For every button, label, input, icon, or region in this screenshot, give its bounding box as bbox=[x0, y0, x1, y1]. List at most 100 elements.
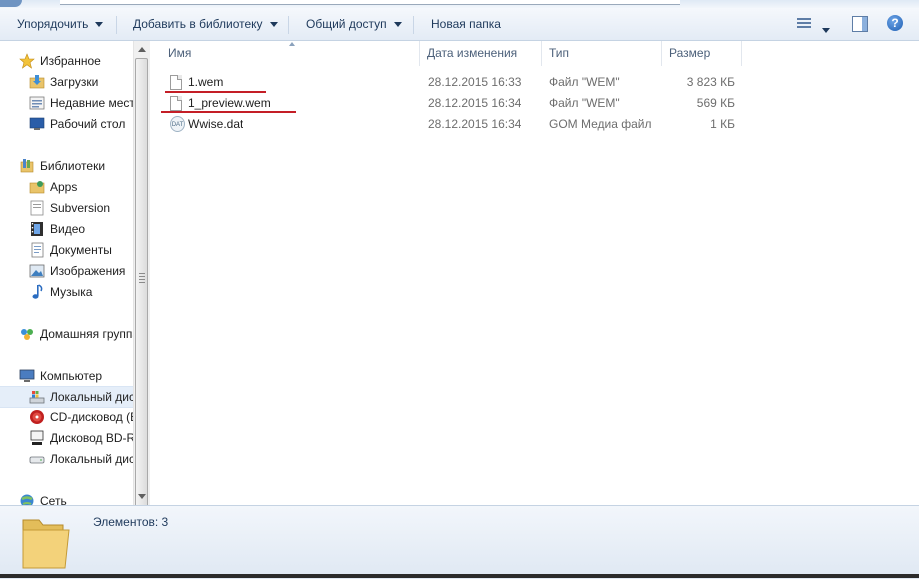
scrollbar-thumb[interactable] bbox=[135, 58, 148, 509]
new-folder-label: Новая папка bbox=[431, 17, 501, 31]
sidebar-item-homegroup[interactable]: Домашняя группа bbox=[0, 324, 133, 344]
file-row[interactable]: 1.wem 28.12.2015 16:33 Файл "WEM" 3 823 … bbox=[150, 72, 919, 93]
window-top-edge bbox=[0, 0, 919, 8]
sidebar-item-label: Рабочий стол bbox=[50, 117, 126, 131]
sidebar-item-apps[interactable]: Apps bbox=[0, 177, 133, 197]
sidebar-item-label: Избранное bbox=[40, 54, 101, 68]
column-header-label: Имя bbox=[168, 46, 192, 60]
organize-label: Упорядочить bbox=[17, 17, 89, 31]
sidebar-item-pictures[interactable]: Изображения bbox=[0, 261, 133, 281]
sidebar-item-favorites[interactable]: Избранное bbox=[0, 51, 133, 71]
toolbar-separator bbox=[288, 16, 289, 34]
sidebar-item-label: Локальный диск bbox=[50, 452, 133, 466]
sidebar-item-label: Локальный диск (C:) bbox=[50, 390, 133, 404]
share-label: Общий доступ bbox=[306, 17, 387, 31]
sidebar-item-label: CD-дисковод (E:) bbox=[50, 410, 133, 424]
sidebar-item-local-disk-c[interactable]: Локальный диск (C:) bbox=[0, 386, 133, 408]
navigation-pane: Избранное Загрузки Недавние места Рабочи… bbox=[0, 41, 133, 505]
homegroup-icon bbox=[21, 329, 33, 340]
add-to-library-button[interactable]: Добавить в библиотеку bbox=[133, 8, 278, 40]
file-name: 1.wem bbox=[188, 75, 224, 89]
file-type: Файл "WEM" bbox=[549, 75, 620, 89]
computer-icon bbox=[19, 369, 35, 382]
column-header-name[interactable]: Имя bbox=[150, 41, 420, 66]
sidebar-item-label: Дисковод BD-ROM bbox=[50, 431, 133, 445]
sidebar-item-desktop[interactable]: Рабочий стол bbox=[0, 114, 133, 134]
details-pane: Элементов: 3 bbox=[0, 505, 919, 579]
address-bar-edge bbox=[60, 0, 680, 5]
file-type: Файл "WEM" bbox=[549, 96, 620, 110]
file-row[interactable]: DAT Wwise.dat 28.12.2015 16:34 GOM Медиа… bbox=[150, 114, 919, 135]
sidebar-item-network[interactable]: Сеть bbox=[0, 491, 133, 505]
file-date: 28.12.2015 16:34 bbox=[428, 117, 522, 131]
sidebar-item-label: Музыка bbox=[50, 285, 93, 299]
sidebar-item-cd-drive[interactable]: CD-дисковод (E:) bbox=[0, 407, 133, 427]
file-date: 28.12.2015 16:34 bbox=[428, 96, 522, 110]
sidebar-item-label: Недавние места bbox=[50, 96, 133, 110]
sidebar-item-libraries[interactable]: Библиотеки bbox=[0, 156, 133, 176]
sidebar-item-recent-places[interactable]: Недавние места bbox=[0, 93, 133, 113]
file-size: 569 КБ bbox=[696, 96, 735, 110]
folder-icon bbox=[22, 519, 70, 569]
sidebar-item-video[interactable]: Видео bbox=[0, 219, 133, 239]
item-count: Элементов: 3 bbox=[93, 515, 169, 529]
add-to-library-label: Добавить в библиотеку bbox=[133, 17, 263, 31]
drive-icon bbox=[29, 456, 45, 464]
view-options-chevron-icon[interactable] bbox=[822, 28, 830, 33]
scroll-down-arrow-icon[interactable] bbox=[138, 494, 146, 499]
bd-drive-icon bbox=[30, 430, 44, 445]
column-header-label: Дата изменения bbox=[427, 46, 518, 60]
sidebar-item-bd-drive[interactable]: Дисковод BD-ROM bbox=[0, 428, 133, 448]
chevron-down-icon bbox=[95, 22, 104, 28]
window-bottom-edge bbox=[0, 574, 919, 578]
video-icon bbox=[31, 222, 43, 236]
navigation-scrollbar[interactable] bbox=[133, 41, 150, 509]
sidebar-item-label: Изображения bbox=[50, 264, 126, 278]
organize-button[interactable]: Упорядочить bbox=[17, 8, 104, 40]
change-view-icon[interactable] bbox=[797, 16, 811, 32]
annotation-underline bbox=[165, 91, 266, 93]
downloads-folder-icon bbox=[29, 75, 45, 89]
file-type: GOM Медиа файл (.dat) bbox=[549, 117, 653, 131]
documents-icon bbox=[31, 242, 44, 258]
dat-file-icon: DAT bbox=[170, 116, 185, 132]
sidebar-item-label: Видео bbox=[50, 222, 86, 236]
window-control-fragment bbox=[0, 0, 22, 7]
sidebar-item-label: Компьютер bbox=[40, 369, 103, 383]
new-folder-button[interactable]: Новая папка bbox=[431, 8, 501, 40]
toolbar-separator bbox=[413, 16, 414, 34]
sidebar-item-label: Домашняя группа bbox=[40, 327, 133, 341]
toolbar-separator bbox=[116, 16, 117, 34]
help-icon[interactable]: ? bbox=[887, 15, 903, 31]
local-disk-icon bbox=[29, 391, 45, 404]
recent-places-icon bbox=[29, 96, 45, 110]
sidebar-item-label: Apps bbox=[50, 180, 78, 194]
sidebar-item-subversion[interactable]: Subversion bbox=[0, 198, 133, 218]
chevron-down-icon bbox=[393, 22, 402, 28]
sidebar-item-documents[interactable]: Документы bbox=[0, 240, 133, 260]
share-button[interactable]: Общий доступ bbox=[306, 8, 402, 40]
network-icon bbox=[20, 494, 34, 505]
command-bar: Упорядочить Добавить в библиотеку Общий … bbox=[0, 8, 919, 41]
preview-pane-icon[interactable] bbox=[852, 16, 868, 32]
column-header-type[interactable]: Тип bbox=[542, 41, 662, 66]
music-icon bbox=[32, 284, 43, 299]
sidebar-item-label: Библиотеки bbox=[40, 159, 106, 173]
sidebar-item-label: Документы bbox=[50, 243, 112, 257]
column-header-size[interactable]: Размер bbox=[662, 41, 742, 66]
column-header-date[interactable]: Дата изменения bbox=[420, 41, 542, 66]
cd-drive-icon bbox=[30, 410, 44, 424]
sidebar-item-computer[interactable]: Компьютер bbox=[0, 366, 133, 386]
file-name: Wwise.dat bbox=[188, 117, 244, 131]
sidebar-item-downloads[interactable]: Загрузки bbox=[0, 72, 133, 92]
column-header-label: Тип bbox=[549, 46, 570, 60]
file-icon bbox=[170, 75, 182, 90]
libraries-icon bbox=[20, 159, 34, 173]
sidebar-item-local-disk[interactable]: Локальный диск bbox=[0, 449, 133, 469]
sidebar-item-label: Загрузки bbox=[50, 75, 99, 89]
chevron-down-icon bbox=[269, 22, 278, 28]
column-header-label: Размер bbox=[669, 46, 711, 60]
star-icon bbox=[19, 53, 35, 69]
scroll-up-arrow-icon[interactable] bbox=[138, 47, 146, 52]
sidebar-item-music[interactable]: Музыка bbox=[0, 282, 133, 302]
